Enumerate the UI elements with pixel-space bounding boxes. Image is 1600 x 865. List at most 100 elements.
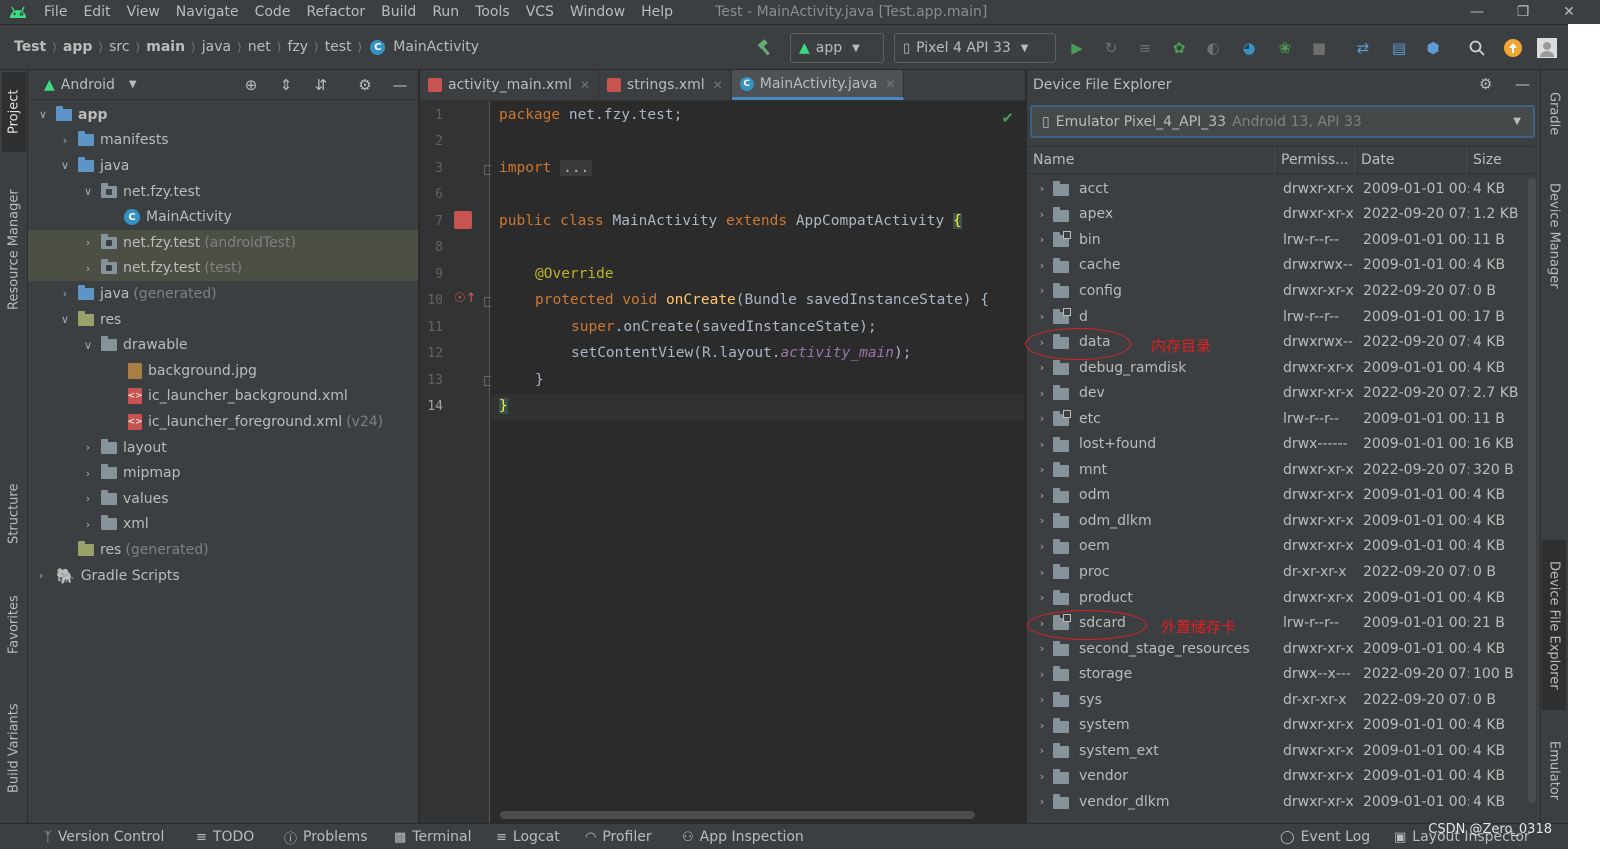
file-row[interactable]: › vendor drwxr-xr-x 2009-01-01 00:004 KB — [1027, 764, 1527, 790]
tree-item[interactable]: ∨ drawable — [28, 332, 418, 358]
tool-tab-version-control[interactable]: ᛉ Version Control — [44, 824, 164, 850]
apply-changes-restart-icon[interactable]: ↻ — [1100, 37, 1122, 59]
minimize-button[interactable]: — — [1454, 0, 1500, 24]
tree-item[interactable]: › mipmap — [28, 460, 418, 486]
override-method-gutter-icon[interactable]: ☉↑ — [454, 291, 477, 306]
menu-window[interactable]: Window — [562, 0, 633, 24]
tree-item[interactable]: ∨ java — [28, 153, 418, 179]
chevron-right-icon[interactable]: › — [1035, 540, 1049, 553]
tree-item[interactable]: › layout — [28, 435, 418, 461]
menu-build[interactable]: Build — [373, 0, 424, 24]
tree-item[interactable]: res (generated) — [28, 537, 418, 563]
file-row[interactable]: › storage drwx--x--- 2022-09-20 07:1 100 B — [1027, 661, 1527, 687]
file-row[interactable]: › product drwxr-xr-x 2009-01-01 00:004 KB — [1027, 585, 1527, 611]
chevron-right-icon[interactable]: › — [1035, 284, 1049, 297]
column-header-date[interactable]: Date — [1355, 147, 1467, 174]
file-row[interactable]: › vendor_dlkm drwxr-xr-x 2009-01-01 00:004 … — [1027, 789, 1527, 815]
file-row[interactable]: › cache drwxrwx--- 2009-01-01 00:004 KB — [1027, 253, 1527, 279]
file-row[interactable]: › lost+found drwx------ 2009-01-01 00:0016 … — [1027, 432, 1527, 458]
code-editor[interactable]: package net.fzy.test; import ... public … — [491, 101, 1024, 823]
menu-navigate[interactable]: Navigate — [168, 0, 247, 24]
chevron-right-icon[interactable]: › — [81, 518, 95, 531]
file-row[interactable]: › system drwxr-xr-x 2009-01-01 00:004 KB — [1027, 713, 1527, 739]
chevron-down-icon[interactable]: ∨ — [58, 159, 72, 172]
tool-tab-structure[interactable]: Structure — [2, 468, 26, 560]
menu-edit[interactable]: Edit — [75, 0, 118, 24]
chevron-right-icon[interactable]: › — [1035, 412, 1049, 425]
tab-strings-xml[interactable]: strings.xml ✕ — [599, 70, 732, 100]
tree-item[interactable]: › manifests — [28, 128, 418, 154]
tree-item[interactable]: › net.fzy.test (androidTest) — [28, 230, 418, 256]
search-icon[interactable] — [1466, 37, 1488, 59]
file-row[interactable]: › config drwxr-xr-x 2022-09-20 07:1 0 B — [1027, 278, 1527, 304]
attach-debugger-icon[interactable]: ❀ — [1274, 37, 1296, 59]
breadcrumb-item[interactable]: net — [244, 39, 275, 55]
file-row[interactable]: › sys dr-xr-xr-x 2022-09-20 07:1 0 B — [1027, 687, 1527, 713]
breadcrumb-item[interactable]: test — [321, 39, 356, 55]
tree-item[interactable]: C MainActivity — [28, 204, 418, 230]
chevron-right-icon[interactable]: › — [1035, 642, 1049, 655]
tree-item[interactable]: <> ic_launcher_foreground.xml (v24) — [28, 409, 418, 435]
tree-item[interactable]: › 🐘 Gradle Scripts — [28, 563, 418, 589]
collapse-all-icon[interactable]: ⇵ — [310, 75, 332, 95]
device-selector[interactable]: ▯ Emulator Pixel_4_API_33 Android 13, AP… — [1030, 105, 1535, 138]
close-tab-icon[interactable]: ✕ — [580, 78, 590, 92]
tool-tab-terminal[interactable]: ▩ Terminal — [394, 824, 471, 850]
file-row[interactable]: › oem drwxr-xr-x 2009-01-01 00:004 KB — [1027, 534, 1527, 560]
menu-tools[interactable]: Tools — [467, 0, 518, 24]
chevron-right-icon[interactable]: › — [1035, 514, 1049, 527]
chevron-right-icon[interactable]: › — [1035, 566, 1049, 579]
chevron-right-icon[interactable]: › — [1035, 208, 1049, 221]
chevron-right-icon[interactable]: › — [1035, 463, 1049, 476]
tree-item[interactable]: ∨ res — [28, 307, 418, 333]
run-icon[interactable]: ▶ — [1066, 37, 1088, 59]
make-project-hammer-icon[interactable] — [754, 37, 776, 59]
file-row[interactable]: › odm_dlkm drwxr-xr-x 2009-01-01 00:004 KB — [1027, 508, 1527, 534]
horizontal-scrollbar[interactable] — [500, 811, 975, 819]
expand-all-icon[interactable]: ⇕ — [275, 75, 297, 95]
chevron-right-icon[interactable]: › — [1035, 438, 1049, 451]
chevron-right-icon[interactable]: › — [1035, 310, 1049, 323]
sync-gradle-icon[interactable]: ⇄ — [1352, 37, 1374, 59]
chevron-right-icon[interactable]: › — [81, 441, 95, 454]
chevron-right-icon[interactable]: › — [81, 492, 95, 505]
chevron-right-icon[interactable]: › — [1035, 744, 1049, 757]
device-manager-icon[interactable]: ▤ — [1388, 37, 1410, 59]
file-row[interactable]: › mnt drwxr-xr-x 2022-09-20 07:1 320 B — [1027, 457, 1527, 483]
chevron-right-icon[interactable]: › — [1035, 693, 1049, 706]
file-row[interactable]: › odm drwxr-xr-x 2009-01-01 00:004 KB — [1027, 483, 1527, 509]
tool-tab-project[interactable]: Project — [2, 72, 26, 152]
tree-item[interactable]: ∨ net.fzy.test — [28, 179, 418, 205]
tree-item[interactable]: › java (generated) — [28, 281, 418, 307]
tool-tab-logcat[interactable]: ≡ Logcat — [496, 824, 560, 850]
tab-mainactivity-java[interactable]: C MainActivity.java ✕ — [731, 70, 905, 100]
chevron-right-icon[interactable]: › — [58, 134, 72, 147]
chevron-right-icon[interactable]: › — [81, 262, 95, 275]
tool-tab-event-log[interactable]: ◯ Event Log — [1280, 824, 1370, 850]
chevron-right-icon[interactable]: › — [1035, 591, 1049, 604]
chevron-right-icon[interactable]: › — [1035, 259, 1049, 272]
tool-tab-emulator[interactable]: Emulator — [1542, 726, 1566, 816]
breadcrumb-item[interactable]: Test — [10, 39, 50, 55]
breadcrumb-item[interactable]: src — [105, 39, 133, 55]
tool-tab-todo[interactable]: ≡ TODO — [196, 824, 254, 850]
menu-refactor[interactable]: Refactor — [298, 0, 373, 24]
chevron-right-icon[interactable]: › — [1035, 361, 1049, 374]
chevron-right-icon[interactable]: › — [58, 287, 72, 300]
chevron-right-icon[interactable]: › — [1035, 770, 1049, 783]
tool-tab-gradle[interactable]: Gradle — [1542, 74, 1566, 154]
menu-help[interactable]: Help — [633, 0, 681, 24]
project-view-select[interactable]: Android — [61, 77, 115, 93]
sdk-manager-icon[interactable]: ⬢ — [1422, 37, 1444, 59]
device-select[interactable]: ▯ Pixel 4 API 33 ▼ — [894, 33, 1056, 63]
folded-imports[interactable]: ... — [560, 160, 593, 176]
breadcrumb-item[interactable]: main — [142, 39, 189, 55]
chevron-right-icon[interactable]: › — [1035, 489, 1049, 502]
tool-tab-favorites[interactable]: Favorites — [2, 580, 26, 670]
gear-icon[interactable]: ⚙ — [1479, 75, 1492, 93]
column-header-permissions[interactable]: Permiss... — [1275, 147, 1355, 174]
account-avatar-icon[interactable] — [1536, 37, 1558, 59]
vertical-scrollbar[interactable] — [1528, 178, 1536, 803]
run-with-coverage-icon[interactable]: ◐ — [1202, 37, 1224, 59]
file-row[interactable]: › acct drwxr-xr-x 2009-01-01 00:004 KB — [1027, 176, 1527, 202]
